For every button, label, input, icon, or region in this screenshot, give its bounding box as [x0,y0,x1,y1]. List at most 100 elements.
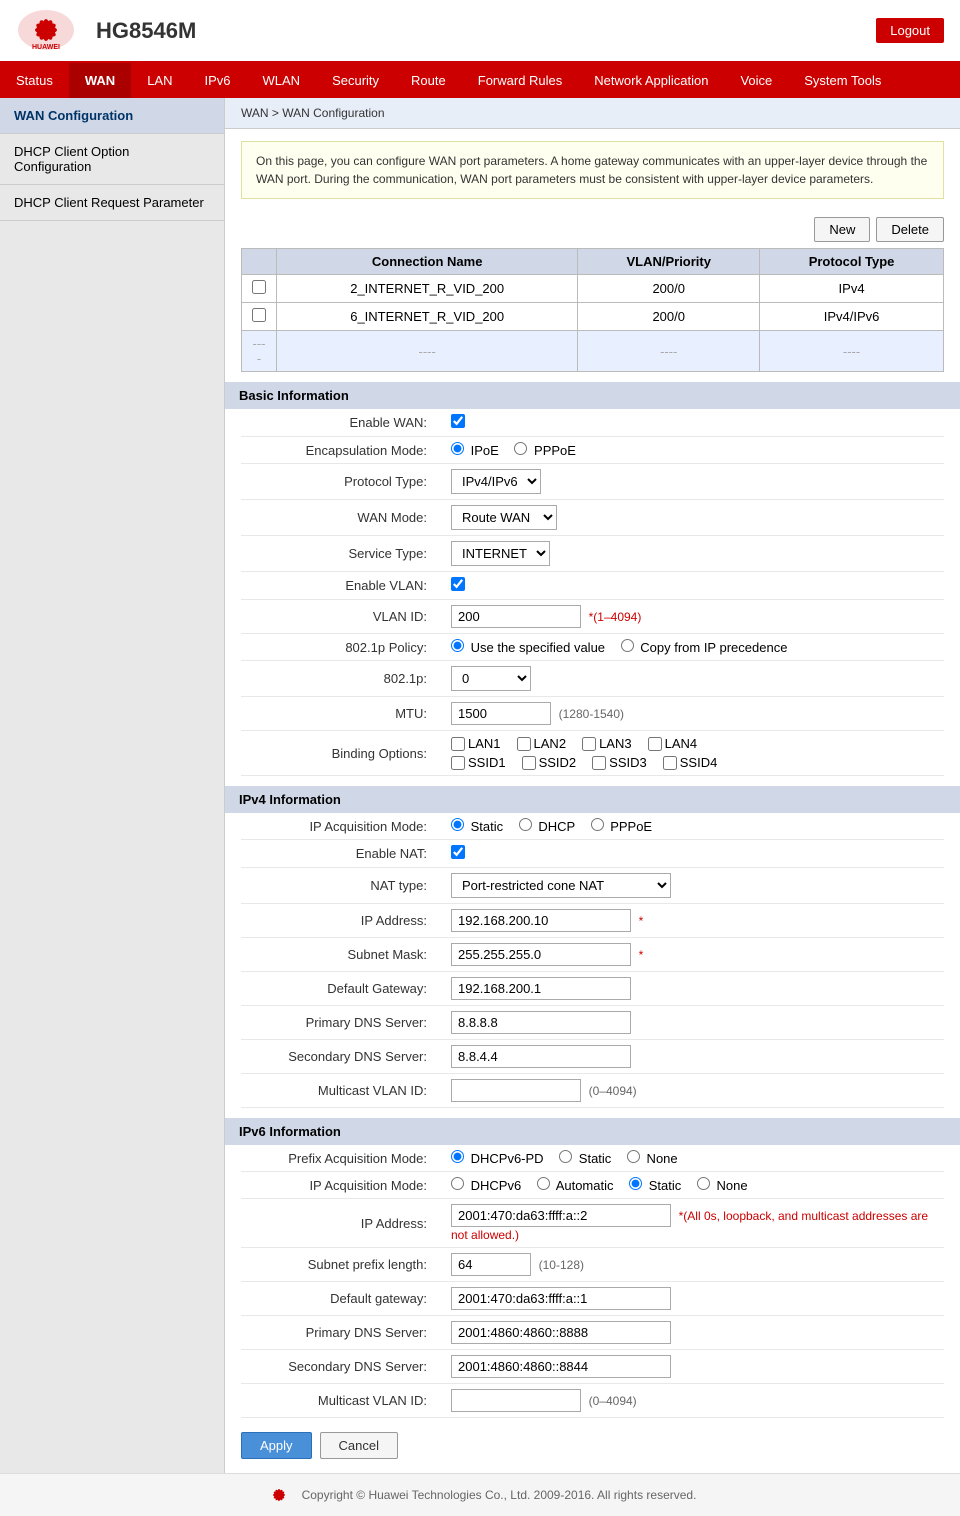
primary-dns-row: Primary DNS Server: [241,1006,944,1040]
policy-copy-radio[interactable] [621,639,634,652]
pppoe-radio[interactable] [514,442,527,455]
nav-lan[interactable]: LAN [131,63,188,98]
row1-checkbox[interactable] [252,280,266,294]
col-protocol: Protocol Type [760,249,944,275]
policy-label: 802.1p Policy: [241,634,441,661]
default-gateway-input[interactable] [451,977,631,1000]
prefix-none-radio[interactable] [627,1150,640,1163]
ipv4-multicast-input[interactable] [451,1079,581,1102]
nav-route[interactable]: Route [395,63,462,98]
ipv4-dhcp-radio[interactable] [519,818,532,831]
vlan-id-input[interactable] [451,605,581,628]
mtu-input[interactable] [451,702,551,725]
ipv6-secondary-dns-input[interactable] [451,1355,671,1378]
ssid1-label: SSID1 [451,755,506,770]
binding-row-ssid: SSID1 SSID2 SSID3 SSID4 [451,755,934,770]
secondary-dns-input[interactable] [451,1045,631,1068]
new-button[interactable]: New [814,217,870,242]
ipv4-address-input[interactable] [451,909,631,932]
subnet-prefix-row: Subnet prefix length: (10-128) [241,1248,944,1282]
row1-protocol: IPv4 [760,275,944,303]
primary-dns-input[interactable] [451,1011,631,1034]
ipv4-info-form: IP Acquisition Mode: Static DHCP PPPoE [225,813,960,1108]
logout-button[interactable]: Logout [876,18,944,43]
ipv6-primary-dns-input[interactable] [451,1321,671,1344]
nav-forward[interactable]: Forward Rules [462,63,579,98]
subnet-prefix-input[interactable] [451,1253,531,1276]
service-type-row: Service Type: INTERNET TR069 OTHER [241,536,944,572]
ipv6-auto-radio[interactable] [537,1177,550,1190]
nav-tools[interactable]: System Tools [788,63,897,98]
wan-mode-select[interactable]: Route WAN Bridge WAN [451,505,557,530]
footer-huawei-logo [264,1484,294,1506]
nav-security[interactable]: Security [316,63,395,98]
sidebar-item-dhcp-request[interactable]: DHCP Client Request Parameter [0,185,224,221]
lan2-label: LAN2 [517,736,567,751]
footer-text: Copyright © Huawei Technologies Co., Ltd… [302,1488,697,1502]
nav-voice[interactable]: Voice [724,63,788,98]
lan4-checkbox[interactable] [648,737,662,751]
ipv4-static-radio[interactable] [451,818,464,831]
ipv6-multicast-input[interactable] [451,1389,581,1412]
binding-options: LAN1 LAN2 LAN3 LAN4 SSID1 SSID2 SSID3 SS… [451,736,934,770]
dhcpv6-radio[interactable] [451,1177,464,1190]
protocol-type-row: Protocol Type: IPv4/IPv6 IPv4 IPv6 [241,464,944,500]
ipv6-secondary-dns-row: Secondary DNS Server: [241,1350,944,1384]
ipv6-none-radio[interactable] [697,1177,710,1190]
apply-button[interactable]: Apply [241,1432,312,1459]
ipv6-static-radio[interactable] [629,1177,642,1190]
lan1-checkbox[interactable] [451,737,465,751]
enable-wan-checkbox[interactable] [451,414,465,428]
subnet-mask-label: Subnet Mask: [241,938,441,972]
row2-checkbox[interactable] [252,308,266,322]
prefix-static-radio[interactable] [559,1150,572,1163]
subnet-mask-hint: * [639,948,644,962]
ipv4-pppoe-radio[interactable] [591,818,604,831]
ssid4-checkbox[interactable] [663,756,677,770]
nav-ipv6[interactable]: IPv6 [189,63,247,98]
nat-type-select[interactable]: Port-restricted cone NAT Full cone NAT R… [451,873,671,898]
connection-table: Connection Name VLAN/Priority Protocol T… [241,248,944,372]
lan2-checkbox[interactable] [517,737,531,751]
enable-nat-checkbox[interactable] [451,845,465,859]
ssid3-checkbox[interactable] [592,756,606,770]
lan4-label: LAN4 [648,736,698,751]
encapsulation-label: Encapsulation Mode: [241,437,441,464]
ipv4-info-header: IPv4 Information [225,786,960,813]
policy-specified-radio[interactable] [451,639,464,652]
protocol-type-select[interactable]: IPv4/IPv6 IPv4 IPv6 [451,469,541,494]
dot1p-select[interactable]: 0123 4567 [451,666,531,691]
ipv6-address-input[interactable] [451,1204,671,1227]
table-toolbar: New Delete [225,211,960,248]
ssid1-checkbox[interactable] [451,756,465,770]
ipv6-gateway-input[interactable] [451,1287,671,1310]
enable-vlan-checkbox[interactable] [451,577,465,591]
content-area: WAN > WAN Configuration On this page, yo… [225,98,960,1473]
sidebar-item-dhcp-option[interactable]: DHCP Client Option Configuration [0,134,224,185]
default-gateway-row: Default Gateway: [241,972,944,1006]
dhcpv6pd-radio[interactable] [451,1150,464,1163]
nav-netapp[interactable]: Network Application [578,63,724,98]
lan3-checkbox[interactable] [582,737,596,751]
placeholder-check: ---- [242,331,277,372]
sidebar-item-wan-config[interactable]: WAN Configuration [0,98,224,134]
subnet-mask-input[interactable] [451,943,631,966]
cancel-button[interactable]: Cancel [320,1432,398,1459]
enable-wan-label: Enable WAN: [241,409,441,437]
ipv6-secondary-dns-label: Secondary DNS Server: [241,1350,441,1384]
nav-wan[interactable]: WAN [69,63,131,98]
nav-wlan[interactable]: WLAN [247,63,317,98]
nav-status[interactable]: Status [0,63,69,98]
ssid2-checkbox[interactable] [522,756,536,770]
ipv6-info-table: Prefix Acquisition Mode: DHCPv6-PD Stati… [241,1145,944,1418]
ipv6-acquisition-row: IP Acquisition Mode: DHCPv6 Automatic St… [241,1172,944,1199]
service-type-select[interactable]: INTERNET TR069 OTHER [451,541,550,566]
lan3-label: LAN3 [582,736,632,751]
secondary-dns-label: Secondary DNS Server: [241,1040,441,1074]
nat-type-row: NAT type: Port-restricted cone NAT Full … [241,868,944,904]
ipv6-info-header: IPv6 Information [225,1118,960,1145]
ipv4-dhcp-label: DHCP [519,819,579,834]
ipoe-radio[interactable] [451,442,464,455]
ipv6-static-label: Static [629,1178,685,1193]
delete-button[interactable]: Delete [876,217,944,242]
